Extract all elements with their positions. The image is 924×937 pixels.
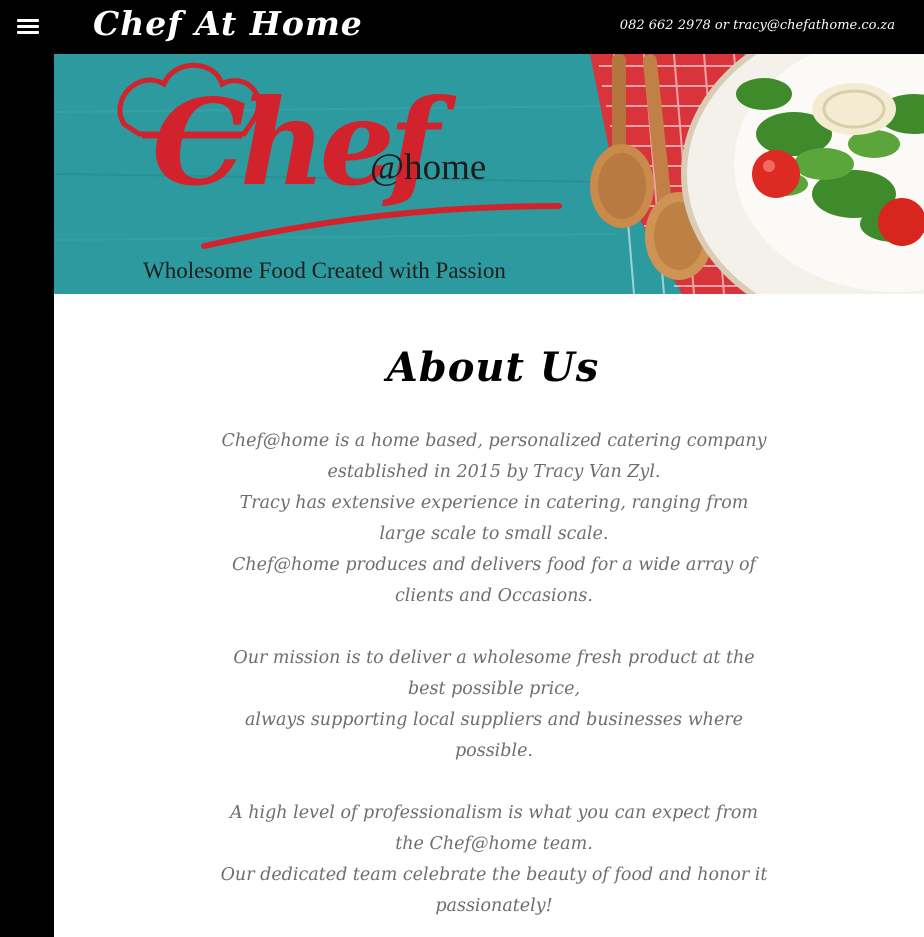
about-paragraph: Chef@home produces and delivers food for… bbox=[232, 555, 756, 606]
banner-tagline: Wholesome Food Created with Passion bbox=[143, 258, 506, 283]
about-paragraph: Our mission is to deliver a wholesome fr… bbox=[233, 648, 755, 699]
about-paragraph: Our dedicated team celebrate the beauty … bbox=[220, 865, 768, 916]
menu-bar-line bbox=[17, 19, 39, 22]
banner-logo-suffix: @home bbox=[370, 147, 487, 188]
top-bar: Chef At Home 082 662 2978 or tracy@chefa… bbox=[0, 0, 924, 54]
contact-info[interactable]: 082 662 2978 or tracy@chefathome.co.za bbox=[620, 18, 895, 33]
about-paragraph: A high level of professionalism is what … bbox=[230, 803, 758, 854]
about-us-text: Chef@home is a home based, personalized … bbox=[220, 426, 768, 922]
site-title[interactable]: Chef At Home bbox=[93, 4, 363, 43]
about-paragraph: Tracy has extensive experience in cateri… bbox=[239, 493, 749, 544]
main-content: About Us Chef@home is a home based, pers… bbox=[54, 294, 924, 937]
menu-bar-line bbox=[17, 31, 39, 34]
about-us-heading: About Us bbox=[386, 344, 600, 391]
left-sidebar bbox=[0, 54, 54, 937]
menu-bar-line bbox=[17, 25, 39, 28]
about-paragraph: always supporting local suppliers and bu… bbox=[244, 710, 744, 761]
about-paragraph: Chef@home is a home based, personalized … bbox=[221, 431, 767, 482]
hamburger-menu-icon[interactable] bbox=[17, 19, 39, 35]
hero-banner: Chef @home Wholesome Food Created with P… bbox=[54, 54, 924, 294]
